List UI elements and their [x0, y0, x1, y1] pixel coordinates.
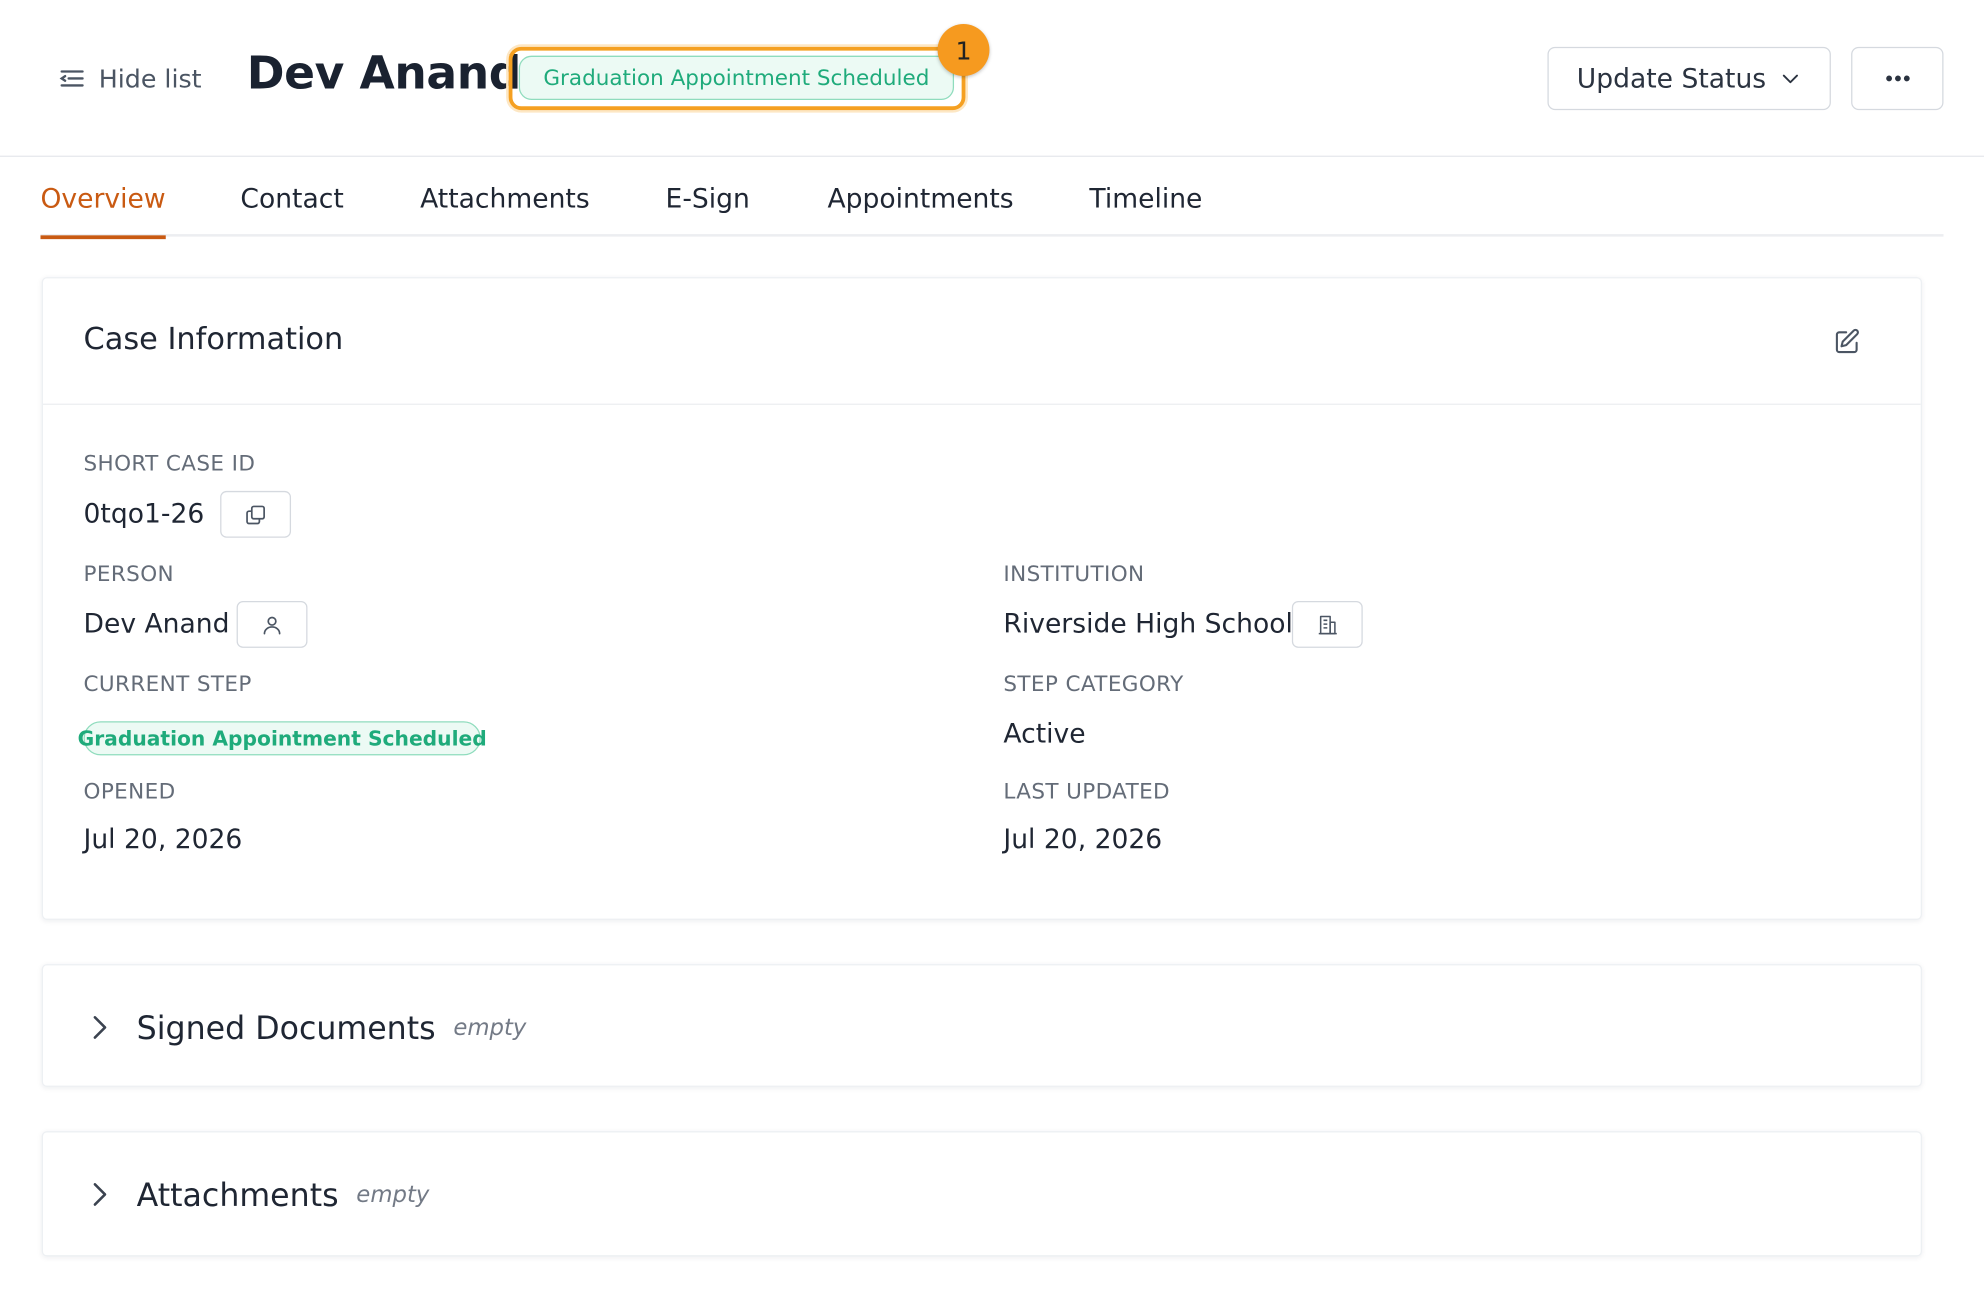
step-category-label: STEP CATEGORY — [1003, 671, 1184, 698]
signed-documents-empty: empty — [453, 1014, 527, 1041]
page-header: Hide list Dev Anand Graduation Appointme… — [0, 0, 1984, 157]
opened-label: OPENED — [83, 779, 176, 805]
tab-e-sign[interactable]: E-Sign — [666, 159, 750, 236]
more-horizontal-icon — [1885, 75, 1910, 82]
update-status-label: Update Status — [1576, 63, 1767, 94]
update-status-button[interactable]: Update Status — [1547, 46, 1831, 111]
signed-documents-section: Signed Documents empty — [41, 964, 1922, 1087]
chevron-right-icon — [93, 1016, 107, 1039]
case-information-card: Case Information SHORT CASE ID 0tqo1-26 … — [41, 277, 1922, 920]
short-case-id-value: 0tqo1-26 — [83, 498, 205, 529]
step-category-value: Active — [1003, 718, 1086, 750]
signed-documents-title: Signed Documents — [136, 1009, 436, 1046]
tab-bar: Overview Contact Attachments E-Sign Appo… — [40, 159, 1944, 240]
copy-case-id-button[interactable] — [220, 490, 292, 538]
last-updated-value: Jul 20, 2026 — [1003, 823, 1163, 855]
hide-list-button[interactable]: Hide list — [58, 56, 202, 102]
tab-attachments[interactable]: Attachments — [420, 159, 590, 236]
view-person-button[interactable] — [236, 601, 308, 648]
list-collapse-icon — [59, 70, 84, 87]
view-institution-button[interactable] — [1291, 601, 1363, 648]
more-actions-button[interactable] — [1851, 46, 1944, 111]
signed-documents-toggle[interactable]: Signed Documents empty — [89, 1003, 527, 1051]
person-value: Dev Anand — [83, 608, 230, 639]
attachments-title: Attachments — [136, 1176, 339, 1213]
case-information-header: Case Information — [43, 278, 1921, 405]
copy-icon — [246, 504, 265, 524]
edit-case-button[interactable] — [1830, 324, 1865, 359]
page-title: Dev Anand — [246, 48, 522, 100]
case-information-title: Case Information — [83, 321, 344, 357]
short-case-id-label: SHORT CASE ID — [83, 451, 256, 478]
chevron-down-icon — [1782, 74, 1798, 84]
edit-icon — [1835, 328, 1859, 354]
status-badge[interactable]: Graduation Appointment Scheduled — [518, 55, 955, 100]
attachments-toggle[interactable]: Attachments empty — [89, 1170, 430, 1218]
tab-timeline[interactable]: Timeline — [1089, 159, 1202, 236]
tab-appointments[interactable]: Appointments — [828, 159, 1014, 236]
notification-count-badge: 1 — [937, 24, 990, 76]
hide-list-label: Hide list — [98, 63, 202, 94]
current-step-badge: Graduation Appointment Scheduled — [78, 721, 487, 756]
chevron-right-icon — [93, 1183, 107, 1206]
user-icon — [263, 615, 281, 634]
last-updated-label: LAST UPDATED — [1003, 779, 1171, 805]
tab-contact[interactable]: Contact — [240, 159, 343, 236]
building-icon — [1318, 615, 1337, 634]
person-label: PERSON — [83, 561, 174, 588]
current-step-label: CURRENT STEP — [83, 671, 252, 698]
institution-value: Riverside High School — [1003, 608, 1293, 639]
tab-overview[interactable]: Overview — [40, 159, 166, 240]
opened-value: Jul 20, 2026 — [83, 823, 243, 855]
institution-label: INSTITUTION — [1003, 561, 1145, 588]
app-root: Hide list Dev Anand Graduation Appointme… — [0, 0, 1984, 1292]
attachments-empty: empty — [356, 1181, 430, 1208]
attachments-section: Attachments empty — [41, 1131, 1922, 1257]
